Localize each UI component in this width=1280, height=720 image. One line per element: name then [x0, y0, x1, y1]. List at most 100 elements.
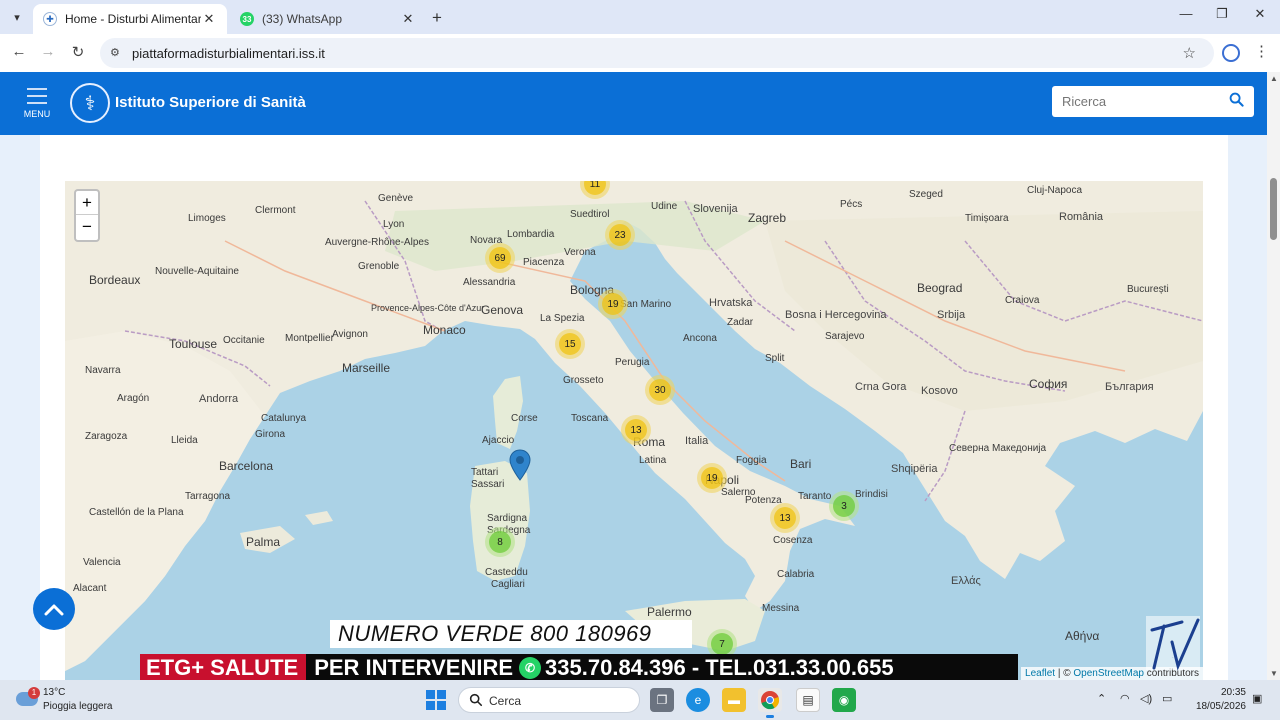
whatsapp-favicon-icon: 33 — [240, 12, 254, 26]
scroll-to-top-button[interactable] — [33, 588, 75, 630]
map-label: Andorra — [199, 393, 239, 405]
green-app-icon[interactable]: ◉ — [832, 688, 856, 712]
map-label: Brindisi — [855, 489, 888, 500]
profile-icon[interactable] — [1222, 44, 1240, 62]
bookmark-star-icon[interactable]: ☆ — [1183, 44, 1196, 62]
map-cluster[interactable]: 19 — [598, 289, 628, 319]
map-label: Taranto — [798, 491, 832, 502]
map-label: Ancona — [683, 333, 717, 344]
map-label: Pécs — [840, 199, 863, 210]
taskbar-search[interactable]: Cerca — [458, 687, 640, 713]
map-label: Marseille — [342, 361, 391, 375]
tv-cta: PER INTERVENIRE — [314, 655, 514, 680]
map-label: Lombardia — [507, 229, 555, 240]
zoom-control: + − — [74, 189, 100, 242]
tab-whatsapp[interactable]: 33 (33) WhatsApp ✕ — [230, 4, 426, 34]
weather-condition: Pioggia leggera — [43, 701, 113, 712]
map-label: Clermont — [255, 205, 296, 216]
map-cluster[interactable]: 69 — [485, 243, 515, 273]
tray-overflow-icon[interactable]: ⌃ — [1097, 692, 1106, 705]
cluster-count: 30 — [649, 379, 671, 401]
zoom-out-button[interactable]: − — [76, 215, 98, 239]
map-label: Genova — [481, 303, 524, 317]
search-input[interactable] — [1052, 86, 1212, 117]
map-label: Casteddu — [485, 567, 528, 578]
chrome-icon[interactable] — [758, 688, 782, 718]
new-tab-icon[interactable]: + — [432, 8, 442, 28]
menu-button[interactable]: MENU — [14, 84, 60, 126]
map-label: Sassari — [471, 479, 505, 490]
forward-icon[interactable]: → — [38, 43, 58, 60]
map-label: Latina — [639, 455, 667, 466]
map-cluster[interactable]: 23 — [605, 220, 635, 250]
chrome-logo-icon — [761, 691, 780, 710]
scroll-down-icon[interactable]: ▼ — [1270, 669, 1278, 678]
url-text[interactable]: piattaformadisturbialimentari.iss.it — [132, 46, 325, 61]
map-label: Северна Македонија — [949, 443, 1047, 454]
cluster-count: 3 — [833, 495, 855, 517]
map-cluster[interactable]: 13 — [621, 415, 651, 445]
map-cluster[interactable]: 13 — [770, 503, 800, 533]
menu-label: MENU — [23, 109, 51, 119]
map-cluster[interactable]: 30 — [645, 375, 675, 405]
map-label: Toulouse — [169, 337, 218, 351]
map-label: Slovenija — [693, 203, 738, 215]
notification-center-icon[interactable]: ▣ — [1252, 692, 1262, 705]
map-label: Limoges — [188, 213, 226, 224]
search-icon[interactable] — [1229, 92, 1244, 107]
site-info-icon[interactable]: ⚙ — [110, 46, 120, 59]
battery-icon[interactable]: ▭ — [1162, 692, 1172, 705]
close-tab-icon[interactable]: ✕ — [201, 11, 217, 27]
tab-disturbi-alimentari[interactable]: ✚ Home - Disturbi Alimentari ✕ — [33, 4, 227, 34]
reload-icon[interactable]: ↻ — [68, 43, 88, 61]
back-icon[interactable]: ← — [9, 43, 29, 60]
weather-widget[interactable]: 1 13°C Pioggia leggera — [14, 684, 134, 716]
map-label: Salerno — [721, 487, 756, 498]
system-clock[interactable]: 20:35 18/05/2026 — [1186, 686, 1246, 714]
map-cluster[interactable]: 19 — [697, 463, 727, 493]
browser-menu-icon[interactable]: ⋮ — [1254, 42, 1269, 60]
close-window-icon[interactable]: ✕ — [1250, 6, 1270, 22]
map-label: Verona — [564, 247, 596, 258]
centers-map[interactable]: Cluj-Napoca Szeged Pécs România Timișoar… — [65, 181, 1203, 680]
edge-icon[interactable]: e — [686, 688, 710, 712]
map-label: Srbija — [937, 309, 966, 321]
scrollbar-thumb[interactable] — [1270, 178, 1277, 240]
taskbar-search-label: Cerca — [489, 694, 522, 708]
windows-start-icon[interactable] — [426, 690, 446, 710]
restore-icon[interactable]: ❐ — [1212, 6, 1232, 22]
volume-icon[interactable]: ◁) — [1140, 692, 1152, 705]
address-bar[interactable]: ⚙ piattaformadisturbialimentari.iss.it ☆ — [100, 38, 1214, 68]
notepad-icon[interactable]: ▤ — [796, 688, 820, 712]
map-label: Zagreb — [748, 211, 787, 225]
map-label: Bari — [790, 457, 812, 471]
wifi-icon[interactable]: ◠ — [1120, 692, 1130, 705]
zoom-in-button[interactable]: + — [76, 191, 98, 215]
site-title[interactable]: Istituto Superiore di Sanità — [115, 94, 306, 111]
scroll-up-icon[interactable]: ▲ — [1270, 74, 1278, 83]
map-pin-icon[interactable] — [509, 449, 531, 481]
map-cluster[interactable]: 3 — [829, 491, 859, 521]
leaflet-link[interactable]: Leaflet — [1025, 668, 1055, 679]
cluster-count: 23 — [609, 224, 631, 246]
map-label: Navarra — [85, 365, 121, 376]
map-label: Messina — [762, 603, 800, 614]
browser-tab-strip: ▾ ✚ Home - Disturbi Alimentari ✕ 33 (33)… — [0, 0, 1280, 34]
map-label: Barcelona — [219, 459, 274, 473]
task-view-icon[interactable]: ❐ — [650, 688, 674, 712]
tab-search-button[interactable]: ▾ — [6, 6, 28, 28]
map-label: Cagliari — [491, 579, 525, 590]
file-explorer-icon[interactable]: ▬ — [722, 688, 746, 712]
close-tab-icon[interactable]: ✕ — [400, 11, 416, 27]
map-label: Bosna i Hercegovina — [785, 309, 887, 321]
map-label: Cosenza — [773, 535, 813, 546]
browser-toolbar: ← → ↻ ⚙ piattaformadisturbialimentari.is… — [0, 34, 1280, 72]
minimize-icon[interactable]: — — [1176, 6, 1196, 21]
cluster-count: 8 — [489, 531, 511, 553]
cluster-count: 19 — [602, 293, 624, 315]
iss-logo-icon[interactable]: ⚕ — [70, 83, 110, 123]
map-cluster[interactable]: 15 — [555, 329, 585, 359]
page-scrollbar[interactable]: ▲ ▼ — [1267, 72, 1280, 680]
map-cluster[interactable]: 8 — [485, 527, 515, 557]
osm-link[interactable]: OpenStreetMap — [1073, 668, 1144, 679]
